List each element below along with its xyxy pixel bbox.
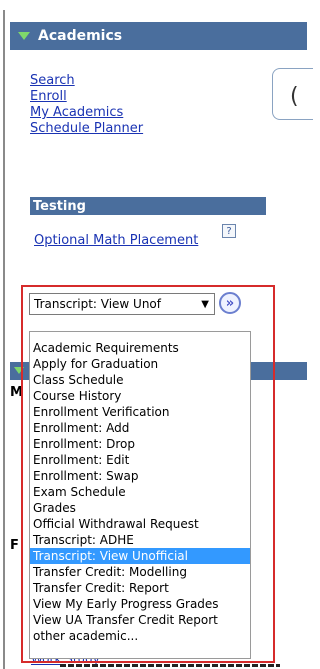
dropdown-option[interactable]: Exam Schedule (30, 484, 250, 500)
dropdown-option[interactable]: Enrollment: Add (30, 420, 250, 436)
dropdown-option-selected[interactable]: Transcript: View Unofficial (30, 548, 250, 564)
page-frame-line (3, 10, 5, 669)
dropdown-option[interactable]: Transfer Credit: Report (30, 580, 250, 596)
dropdown-option[interactable]: Transfer Credit: Modelling (30, 564, 250, 580)
dropdown-list: Academic Requirements Apply for Graduati… (29, 331, 251, 659)
clock-icon: ( (290, 84, 299, 109)
optional-math-placement-link[interactable]: Optional Math Placement (34, 233, 198, 249)
dropdown-option[interactable]: View UA Transfer Credit Report (30, 612, 250, 628)
dropdown-arrow-icon[interactable]: ▼ (201, 299, 209, 310)
dropdown-option[interactable]: other academic... (30, 628, 250, 644)
dropdown-option[interactable]: Enrollment: Edit (30, 452, 250, 468)
dropdown-option[interactable]: Transcript: ADHE (30, 532, 250, 548)
academics-header-title: Academics (38, 28, 123, 44)
go-button[interactable]: » (219, 292, 241, 314)
dropdown-option[interactable]: Official Withdrawal Request (30, 516, 250, 532)
dropdown-option[interactable]: Enrollment: Swap (30, 468, 250, 484)
my-academics-link[interactable]: My Academics (30, 105, 123, 121)
background-letter-f: F (10, 538, 19, 553)
testing-header: Testing (30, 197, 266, 215)
dropdown-option[interactable]: Academic Requirements (30, 340, 250, 356)
collapse-triangle-icon[interactable] (18, 32, 30, 40)
enroll-link[interactable]: Enroll (30, 89, 67, 105)
dropdown-option[interactable]: Course History (30, 388, 250, 404)
dropdown-option[interactable]: View My Early Progress Grades (30, 596, 250, 612)
clipped-link-text (60, 664, 280, 667)
select-value: Transcript: View Unof (34, 297, 162, 311)
dropdown-option[interactable]: Class Schedule (30, 372, 250, 388)
help-icon[interactable]: ? (222, 224, 236, 238)
academic-action-select[interactable]: Transcript: View Unof ▼ (29, 293, 215, 315)
academics-header[interactable]: Academics (10, 22, 307, 50)
dropdown-option[interactable]: Apply for Graduation (30, 356, 250, 372)
testing-header-title: Testing (33, 198, 86, 214)
dropdown-option[interactable]: Enrollment Verification (30, 404, 250, 420)
schedule-planner-link[interactable]: Schedule Planner (30, 121, 143, 137)
double-chevron-right-icon: » (225, 295, 235, 311)
dropdown-option[interactable]: Grades (30, 500, 250, 516)
dropdown-option[interactable]: Enrollment: Drop (30, 436, 250, 452)
help-glyph: ? (226, 225, 232, 237)
search-link[interactable]: Search (30, 73, 75, 89)
